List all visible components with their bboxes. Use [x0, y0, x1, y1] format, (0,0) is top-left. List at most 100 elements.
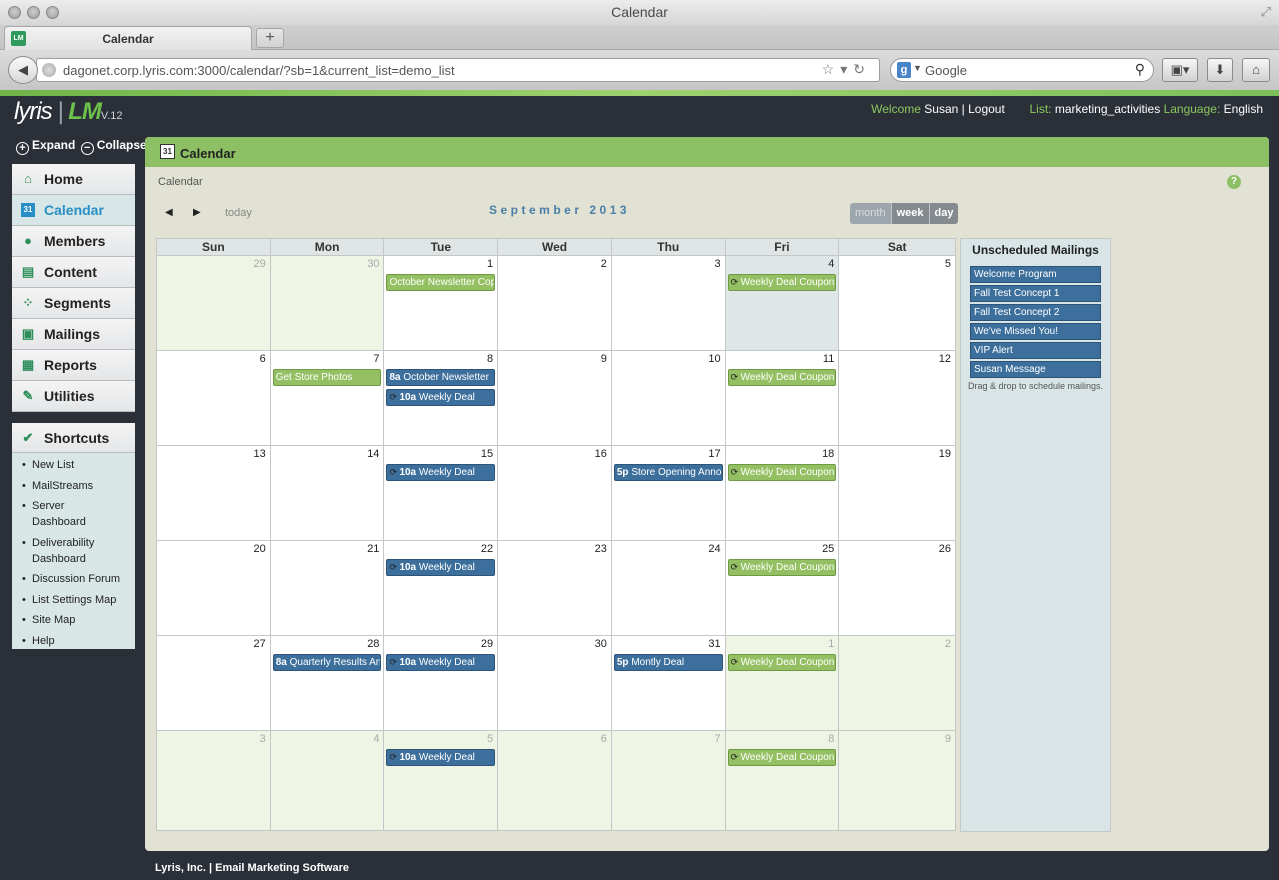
- day-cell[interactable]: 30: [270, 256, 385, 350]
- address-bar[interactable]: dagonet.corp.lyris.com:3000/calendar/?sb…: [36, 58, 880, 82]
- day-cell[interactable]: 27: [157, 636, 271, 730]
- day-cell[interactable]: 26: [839, 541, 956, 635]
- sidebar-item-home[interactable]: ⌂ Home: [12, 164, 135, 195]
- shortcut-server-dashboard[interactable]: Server Dashboard: [22, 498, 102, 530]
- current-language[interactable]: English: [1224, 102, 1263, 116]
- calendar-event[interactable]: ⟳ 10a Weekly Deal: [386, 389, 496, 406]
- day-cell[interactable]: 1 ⟳Weekly Deal Coupon Reminder: [725, 636, 840, 730]
- day-cell[interactable]: 6: [157, 351, 271, 445]
- close-window-icon[interactable]: [8, 6, 21, 19]
- calendar-event[interactable]: ⟳ 10a Weekly Deal: [386, 559, 496, 576]
- shortcut-deliverability-dashboard[interactable]: Deliverability Dashboard: [22, 535, 122, 567]
- day-cell[interactable]: 20: [157, 541, 271, 635]
- day-cell[interactable]: 15 ⟳ 10a Weekly Deal: [384, 446, 499, 540]
- calendar-event[interactable]: ⟳Weekly Deal Coupon Reminder: [727, 749, 837, 766]
- sidebar-item-segments[interactable]: ⁘ Segments: [12, 288, 135, 319]
- day-cell[interactable]: 2: [839, 636, 956, 730]
- view-day-button[interactable]: day: [929, 203, 959, 224]
- day-cell[interactable]: 4: [270, 731, 385, 830]
- unscheduled-mailing[interactable]: VIP Alert: [970, 342, 1101, 359]
- day-cell[interactable]: 29 ⟳ 10a Weekly Deal: [384, 636, 499, 730]
- day-cell[interactable]: 4 ⟳Weekly Deal Coupon Reminder: [725, 256, 840, 350]
- day-cell[interactable]: 1 October Newsletter Copy: [384, 256, 499, 350]
- next-month-button[interactable]: ▶: [193, 207, 201, 218]
- day-cell[interactable]: 5: [839, 256, 956, 350]
- shortcut-site-map[interactable]: Site Map: [22, 612, 135, 628]
- shortcut-new-list[interactable]: New List: [22, 457, 135, 473]
- chevron-down-icon[interactable]: ▼: [913, 63, 922, 73]
- shortcut-mailstreams[interactable]: MailStreams: [22, 478, 135, 494]
- collapse-button[interactable]: − Collapse: [80, 138, 147, 155]
- shortcuts-header[interactable]: ✔ Shortcuts: [12, 423, 135, 453]
- fullscreen-icon[interactable]: ⤢: [1261, 4, 1271, 20]
- unscheduled-mailing[interactable]: Fall Test Concept 2: [970, 304, 1101, 321]
- day-cell[interactable]: 13: [157, 446, 271, 540]
- calendar-event[interactable]: ⟳Weekly Deal Coupon Reminder: [727, 559, 837, 576]
- home-icon[interactable]: ⌂: [1242, 58, 1270, 82]
- sidebar-item-members[interactable]: ● Members: [12, 226, 135, 257]
- bookmarks-button[interactable]: ▣▾: [1162, 58, 1198, 82]
- calendar-event[interactable]: 8a October Newsletter: [386, 369, 496, 386]
- shortcut-help[interactable]: Help: [22, 633, 135, 649]
- unscheduled-mailing[interactable]: Susan Message: [970, 361, 1101, 378]
- view-month-button[interactable]: month: [850, 203, 892, 224]
- day-cell[interactable]: 12: [839, 351, 956, 445]
- day-cell[interactable]: 29: [157, 256, 271, 350]
- calendar-event[interactable]: ⟳Weekly Deal Coupon Reminder: [727, 369, 837, 386]
- sidebar-item-mailings[interactable]: ▣ Mailings: [12, 319, 135, 350]
- sidebar-item-calendar[interactable]: 31 Calendar: [12, 195, 135, 226]
- download-icon[interactable]: ⬇: [1207, 58, 1233, 82]
- minimize-window-icon[interactable]: [27, 6, 40, 19]
- day-cell[interactable]: 8 8a October Newsletter ⟳ 10a Weekly Deal: [384, 351, 499, 445]
- day-cell[interactable]: 3: [611, 256, 726, 350]
- day-cell[interactable]: 24: [611, 541, 726, 635]
- view-week-button[interactable]: week: [891, 203, 930, 224]
- day-cell[interactable]: 22 ⟳ 10a Weekly Deal: [384, 541, 499, 635]
- unscheduled-mailing[interactable]: Welcome Program: [970, 266, 1101, 283]
- sidebar-item-reports[interactable]: ▦ Reports: [12, 350, 135, 381]
- today-button[interactable]: today: [225, 207, 252, 219]
- day-cell[interactable]: 17 5p Store Opening Announcement: [611, 446, 726, 540]
- day-cell[interactable]: 18 ⟳Weekly Deal Coupon Reminder: [725, 446, 840, 540]
- day-cell[interactable]: 7 Get Store Photos: [270, 351, 385, 445]
- help-icon[interactable]: ?: [1227, 175, 1241, 189]
- day-cell[interactable]: 25 ⟳Weekly Deal Coupon Reminder: [725, 541, 840, 635]
- day-cell[interactable]: 10: [611, 351, 726, 445]
- search-icon[interactable]: ⚲: [1135, 61, 1145, 78]
- calendar-event[interactable]: ⟳ 10a Weekly Deal: [386, 654, 496, 671]
- calendar-event[interactable]: ⟳ 10a Weekly Deal: [386, 464, 496, 481]
- shortcut-discussion-forum[interactable]: Discussion Forum: [22, 571, 135, 587]
- calendar-event[interactable]: ⟳ 10a Weekly Deal: [386, 749, 496, 766]
- sidebar-item-utilities[interactable]: ✎ Utilities: [12, 381, 135, 412]
- bookmark-star-icon[interactable]: ☆: [822, 61, 841, 77]
- dropdown-icon[interactable]: ▾: [840, 61, 853, 77]
- sidebar-item-content[interactable]: ▤ Content: [12, 257, 135, 288]
- calendar-event[interactable]: October Newsletter Copy: [386, 274, 496, 291]
- day-cell[interactable]: 7: [611, 731, 726, 830]
- previous-month-button[interactable]: ◀: [165, 207, 173, 218]
- calendar-event[interactable]: ⟳Weekly Deal Coupon Reminder: [727, 464, 837, 481]
- day-cell[interactable]: 14: [270, 446, 385, 540]
- day-cell[interactable]: 5 ⟳ 10a Weekly Deal: [384, 731, 499, 830]
- day-cell[interactable]: 23: [498, 541, 612, 635]
- day-cell[interactable]: 31 5p Montly Deal: [611, 636, 726, 730]
- calendar-event[interactable]: 8a Quarterly Results Announcement: [272, 654, 382, 671]
- unscheduled-mailing[interactable]: We've Missed You!: [970, 323, 1101, 340]
- logout-link[interactable]: Logout: [968, 102, 1005, 116]
- reload-icon[interactable]: ↻: [853, 61, 871, 77]
- shortcut-list-settings-map[interactable]: List Settings Map: [22, 592, 135, 608]
- day-cell[interactable]: 11 ⟳Weekly Deal Coupon Reminder: [725, 351, 840, 445]
- calendar-event[interactable]: ⟳Weekly Deal Coupon Reminder: [727, 274, 837, 291]
- day-cell[interactable]: 3: [157, 731, 271, 830]
- day-cell[interactable]: 21: [270, 541, 385, 635]
- expand-button[interactable]: + Expand: [16, 138, 75, 155]
- calendar-event[interactable]: 5p Store Opening Announcement: [613, 464, 723, 481]
- day-cell[interactable]: 16: [498, 446, 612, 540]
- day-cell[interactable]: 8 ⟳Weekly Deal Coupon Reminder: [725, 731, 840, 830]
- calendar-event[interactable]: ⟳Weekly Deal Coupon Reminder: [727, 654, 837, 671]
- zoom-window-icon[interactable]: [46, 6, 59, 19]
- calendar-event[interactable]: 5p Montly Deal: [613, 654, 723, 671]
- unscheduled-mailing[interactable]: Fall Test Concept 1: [970, 285, 1101, 302]
- day-cell[interactable]: 2: [498, 256, 612, 350]
- back-button[interactable]: ◀: [8, 56, 38, 84]
